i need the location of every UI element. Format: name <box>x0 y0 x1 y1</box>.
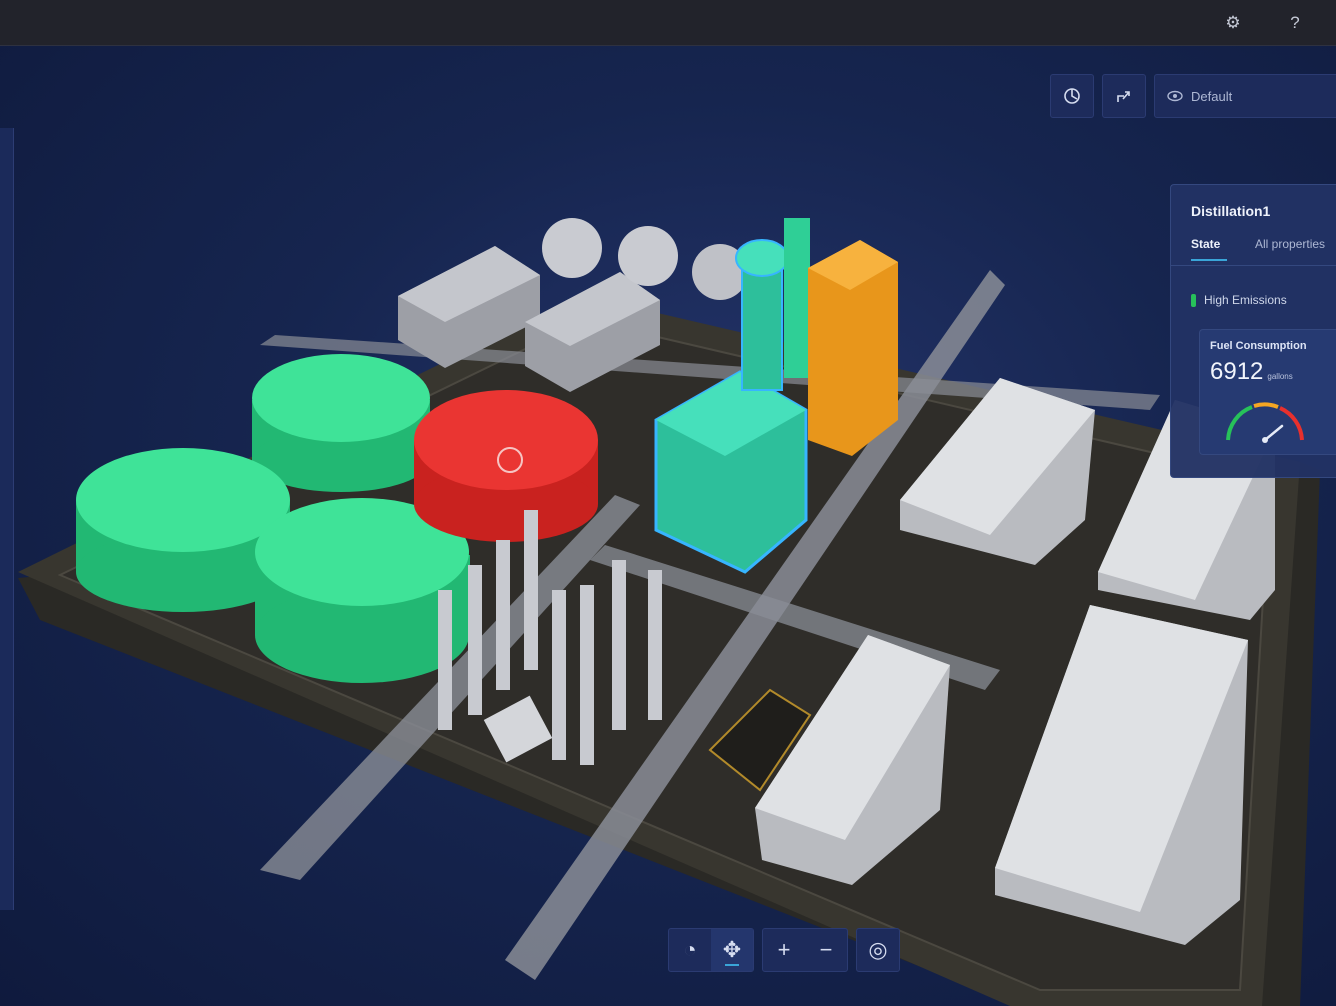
sphere-tank-2 <box>618 226 678 286</box>
fuel-unit: gallons <box>1267 372 1293 381</box>
share-button[interactable] <box>1102 74 1146 118</box>
orbit-view-icon <box>1064 88 1080 104</box>
globe-icon[interactable]: ◎ <box>857 929 899 971</box>
panel-divider <box>1171 265 1336 266</box>
status-row: High Emissions <box>1191 293 1287 307</box>
nav-group-zoom: + − <box>762 928 848 972</box>
top-bar: ⚙ ? <box>0 0 1336 46</box>
fuel-label: Fuel Consumption <box>1210 340 1307 352</box>
view-select[interactable]: Default <box>1154 74 1336 118</box>
status-label: High Emissions <box>1204 293 1287 307</box>
status-indicator <box>1191 293 1196 307</box>
share-icon <box>1117 91 1130 102</box>
asset-details-panel: Distillation1 State All properties High … <box>1170 184 1336 478</box>
tab-state[interactable]: State <box>1191 237 1220 251</box>
nav-group-view: ◔ ✥ <box>668 928 754 972</box>
distillation-tower-orange <box>808 240 898 456</box>
move-icon[interactable]: ✥ <box>711 929 753 971</box>
plant-3d-viewport[interactable] <box>0 46 1336 1006</box>
eye-icon <box>1167 90 1183 102</box>
zoom-out-icon[interactable]: − <box>805 929 847 971</box>
help-icon[interactable]: ? <box>1282 10 1308 36</box>
zoom-in-icon[interactable]: + <box>763 929 805 971</box>
gauge-needle <box>1263 424 1284 442</box>
compass-icon[interactable]: ◔ <box>669 929 711 971</box>
fuel-gauge <box>1226 402 1304 443</box>
gear-icon[interactable]: ⚙ <box>1220 10 1246 36</box>
nav-group-globe: ◎ <box>856 928 900 972</box>
sphere-tank-1 <box>542 218 602 278</box>
storage-tank-red[interactable] <box>414 390 598 542</box>
fuel-value: 6912 <box>1210 358 1264 385</box>
fuel-consumption-card: Fuel Consumption 6912 gallons <box>1199 329 1336 455</box>
view-select-value: Default <box>1191 88 1233 104</box>
active-tab-indicator <box>1191 259 1227 261</box>
navigation-toolbar: ◔ ✥ + − ◎ <box>668 928 900 972</box>
panel-title: Distillation1 <box>1191 203 1271 219</box>
fuel-value-row: 6912 gallons <box>1210 358 1293 386</box>
orbit-view-button[interactable] <box>1050 74 1094 118</box>
tab-all-properties[interactable]: All properties <box>1255 237 1325 251</box>
storage-tank-green-1 <box>252 354 430 492</box>
view-toolbar: Default <box>1050 74 1336 118</box>
